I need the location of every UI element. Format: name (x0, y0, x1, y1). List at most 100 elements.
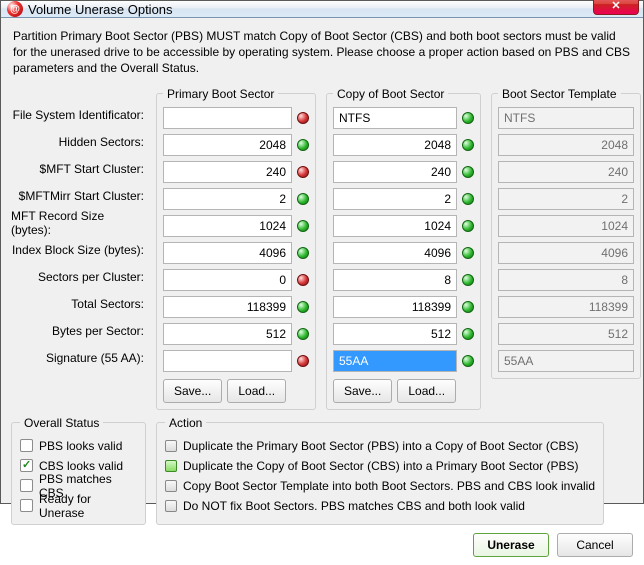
radio-icon (165, 440, 177, 452)
action-a4[interactable]: Do NOT fix Boot Sectors. PBS matches CBS… (165, 496, 595, 516)
cbs-bps-status-icon (462, 328, 474, 340)
pbs-fsid-status-icon (297, 112, 309, 124)
titlebar: @ Volume Unerase Options ✕ (1, 1, 643, 18)
action-legend: Action (165, 416, 206, 430)
cbs-recsize-status-icon (462, 220, 474, 232)
tpl-legend: Boot Sector Template (498, 87, 621, 101)
row-labels: File System Identificator: Hidden Sector… (11, 87, 146, 410)
cbs-idxblk-input[interactable] (333, 242, 457, 264)
unerase-button[interactable]: Unerase (473, 533, 549, 557)
checkbox-icon (20, 459, 33, 472)
label-recsize: MFT Record Size (bytes): (11, 212, 146, 234)
body: Partition Primary Boot Sector (PBS) MUST… (1, 18, 643, 565)
label-total: Total Sectors: (11, 293, 146, 315)
cbs-sig-status-icon (462, 355, 474, 367)
label-hidden: Hidden Sectors: (11, 131, 146, 153)
tpl-mft-input (498, 161, 634, 183)
cbs-save-button[interactable]: Save... (333, 379, 392, 403)
cbs-mftmirr-input[interactable] (333, 188, 457, 210)
tpl-sig-input (498, 350, 634, 372)
tpl-idxblk-input (498, 242, 634, 264)
pbs-recsize-status-icon (297, 220, 309, 232)
label-fsid: File System Identificator: (11, 104, 146, 126)
close-button[interactable]: ✕ (593, 0, 639, 15)
pbs-fieldset: Primary Boot Sector Save... (156, 87, 316, 410)
pbs-mft-status-icon (297, 166, 309, 178)
pbs-spc-status-icon (297, 274, 309, 286)
cbs-mft-input[interactable] (333, 161, 457, 183)
action-a2[interactable]: Duplicate the Copy of Boot Sector (CBS) … (165, 456, 595, 476)
lower-row: Overall Status PBS looks valid CBS looks… (11, 416, 633, 525)
pbs-fsid-input[interactable] (163, 107, 292, 129)
cbs-spc-input[interactable] (333, 269, 457, 291)
boot-sector-grid: File System Identificator: Hidden Sector… (11, 87, 633, 410)
radio-icon (165, 500, 177, 512)
pbs-hidden-input[interactable] (163, 134, 292, 156)
tpl-fieldset: Boot Sector Template (491, 87, 641, 379)
radio-icon (165, 480, 177, 492)
label-sig: Signature (55 AA): (11, 347, 146, 369)
label-mft: $MFT Start Cluster: (11, 158, 146, 180)
cbs-bps-input[interactable] (333, 323, 457, 345)
cbs-spc-status-icon (462, 274, 474, 286)
pbs-bps-status-icon (297, 328, 309, 340)
radio-icon (165, 460, 177, 472)
cbs-recsize-input[interactable] (333, 215, 457, 237)
tpl-bps-input (498, 323, 634, 345)
pbs-total-input[interactable] (163, 296, 292, 318)
pbs-recsize-input[interactable] (163, 215, 292, 237)
action-a3[interactable]: Copy Boot Sector Template into both Boot… (165, 476, 595, 496)
cbs-mft-status-icon (462, 166, 474, 178)
pbs-idxblk-input[interactable] (163, 242, 292, 264)
pbs-spc-input[interactable] (163, 269, 292, 291)
app-icon: @ (7, 1, 23, 17)
cbs-legend: Copy of Boot Sector (333, 87, 448, 101)
pbs-mft-input[interactable] (163, 161, 292, 183)
pbs-legend: Primary Boot Sector (163, 87, 278, 101)
pbs-bps-input[interactable] (163, 323, 292, 345)
intro-text: Partition Primary Boot Sector (PBS) MUST… (11, 26, 633, 81)
window-title: Volume Unerase Options (28, 2, 593, 17)
pbs-hidden-status-icon (297, 139, 309, 151)
label-spc: Sectors per Cluster: (11, 266, 146, 288)
label-idxblk: Index Block Size (bytes): (11, 239, 146, 261)
cbs-sig-input[interactable] (333, 350, 457, 372)
pbs-column: Primary Boot Sector Save... (156, 87, 316, 410)
pbs-sig-input[interactable] (163, 350, 292, 372)
cbs-load-button[interactable]: Load... (397, 379, 456, 403)
cbs-hidden-status-icon (462, 139, 474, 151)
overall-legend: Overall Status (20, 416, 103, 430)
tpl-spc-input (498, 269, 634, 291)
label-mftmirr: $MFTMirr Start Cluster: (11, 185, 146, 207)
overall-status-fieldset: Overall Status PBS looks valid CBS looks… (11, 416, 146, 525)
overall-ready: Ready for Unerase (20, 496, 137, 516)
pbs-load-button[interactable]: Load... (227, 379, 286, 403)
pbs-save-button[interactable]: Save... (163, 379, 222, 403)
cbs-idxblk-status-icon (462, 247, 474, 259)
checkbox-icon (20, 499, 33, 512)
cbs-hidden-input[interactable] (333, 134, 457, 156)
tpl-recsize-input (498, 215, 634, 237)
cbs-fsid-status-icon (462, 112, 474, 124)
pbs-mftmirr-input[interactable] (163, 188, 292, 210)
tpl-total-input (498, 296, 634, 318)
cancel-button[interactable]: Cancel (557, 533, 633, 557)
cbs-column: Copy of Boot Sector Save... (326, 87, 481, 410)
cbs-total-input[interactable] (333, 296, 457, 318)
pbs-total-status-icon (297, 301, 309, 313)
tpl-fsid-input (498, 107, 634, 129)
checkbox-icon (20, 479, 33, 492)
cbs-total-status-icon (462, 301, 474, 313)
cbs-mftmirr-status-icon (462, 193, 474, 205)
cbs-fsid-input[interactable] (333, 107, 457, 129)
action-fieldset: Action Duplicate the Primary Boot Sector… (156, 416, 604, 525)
window: @ Volume Unerase Options ✕ Partition Pri… (0, 0, 644, 504)
tpl-mftmirr-input (498, 188, 634, 210)
checkbox-icon (20, 439, 33, 452)
close-icon: ✕ (611, 0, 620, 12)
overall-pbs-valid: PBS looks valid (20, 436, 137, 456)
tpl-column: Boot Sector Template (491, 87, 641, 410)
action-a1[interactable]: Duplicate the Primary Boot Sector (PBS) … (165, 436, 595, 456)
label-bps: Bytes per Sector: (11, 320, 146, 342)
pbs-idxblk-status-icon (297, 247, 309, 259)
